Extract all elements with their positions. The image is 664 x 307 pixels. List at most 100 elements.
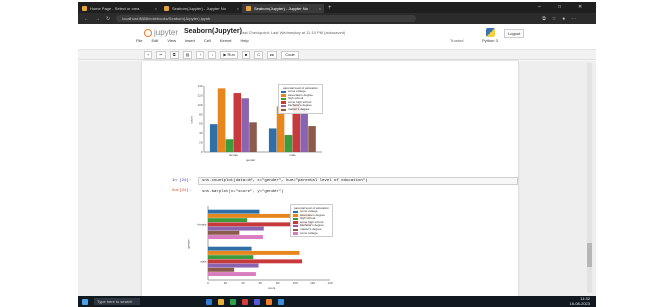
interrupt-button[interactable]: ■ — [241, 50, 251, 59]
x-tick-label: 60 — [259, 281, 263, 285]
code-cell-output: sns.barplot(x="score", y="gender") — [198, 188, 288, 196]
edge-icon[interactable] — [206, 298, 212, 305]
bar — [308, 126, 316, 152]
menu-cell[interactable]: Cell — [204, 38, 211, 43]
bar — [209, 124, 218, 152]
y-tick-label: 100 — [197, 103, 202, 107]
y-tick-label: 40 — [199, 131, 203, 135]
store-icon[interactable] — [230, 298, 236, 305]
logout-button[interactable]: Logout — [504, 29, 525, 38]
bar — [241, 98, 249, 152]
trusted-badge[interactable]: Trusted — [450, 38, 463, 43]
new-tab-button[interactable]: + — [328, 5, 332, 11]
close-icon[interactable]: × — [237, 6, 239, 11]
menu-bar: File Edit View Insert Cell Kernel Help — [136, 38, 249, 43]
windows-start-icon[interactable] — [82, 298, 88, 305]
system-tray[interactable]: 11:32 16-08-2023 — [569, 296, 590, 306]
run-button[interactable]: ▶ Run — [220, 50, 238, 59]
restart-button[interactable]: C — [254, 50, 264, 59]
teams-icon[interactable] — [254, 298, 260, 305]
browser-tab-3[interactable]: Seaborn(Jupyter) - Jupyter No × — [242, 4, 324, 13]
file-explorer-icon[interactable] — [218, 298, 224, 305]
x-tick-label: female — [229, 153, 238, 157]
menu-file[interactable]: File — [136, 38, 142, 43]
move-down-button[interactable]: ↓ — [208, 50, 217, 59]
taskbar: Type here to search 11:32 16-08-2023 — [78, 296, 596, 307]
legend-swatch — [293, 217, 298, 221]
taskbar-search[interactable]: Type here to search — [94, 298, 140, 305]
bar — [208, 209, 260, 214]
y-axis-label: count — [189, 116, 194, 124]
legend-swatch — [281, 90, 286, 94]
move-up-button[interactable]: ↑ — [196, 50, 205, 59]
window-close-icon[interactable]: ✕ — [578, 4, 582, 10]
barplot-chart: 0 20 40 60 80 100 120 140 female male gender coun… — [186, 202, 334, 292]
menu-icon[interactable]: ⋯ — [571, 16, 576, 22]
x-tick-label: 40 — [241, 281, 245, 285]
bar — [225, 139, 234, 152]
app-icon[interactable] — [242, 298, 248, 305]
close-icon[interactable]: × — [155, 6, 157, 11]
bar — [208, 263, 259, 268]
tab-favicon-icon — [246, 6, 251, 11]
legend-swatch — [293, 214, 298, 217]
bar — [233, 93, 242, 152]
jupyter-logo[interactable]: jupyter — [144, 28, 178, 37]
notebook-title[interactable]: Seaborn(Jupyter) — [184, 28, 242, 35]
legend-swatch — [281, 101, 286, 104]
bar — [217, 88, 226, 152]
python-logo-icon — [486, 28, 495, 37]
menu-edit[interactable]: Edit — [151, 38, 158, 43]
cell-type-select[interactable]: Code — [281, 50, 299, 59]
favorites-icon[interactable]: ☆ — [552, 16, 556, 22]
jupyter-logo-text: jupyter — [154, 28, 179, 37]
reload-icon[interactable]: ↻ — [106, 16, 110, 22]
copy-button[interactable]: ⧉ — [169, 50, 179, 59]
browser-tab-2[interactable]: Seaborn(Jupyter) - Jupyter No × — [160, 4, 242, 13]
cut-button[interactable]: ✂ — [156, 50, 166, 59]
legend-swatch — [281, 94, 286, 97]
code-cell-input[interactable]: sns.countplot(data=df, x="gender", hue="… — [198, 177, 518, 185]
bar — [208, 259, 303, 264]
jupyter-app-icon[interactable] — [266, 298, 272, 305]
menu-help[interactable]: Help — [240, 38, 248, 43]
bar — [208, 272, 256, 276]
x-tick-label: 20 — [224, 281, 228, 285]
close-icon[interactable]: × — [319, 6, 321, 11]
forward-icon[interactable]: → — [95, 16, 100, 22]
bar — [208, 226, 264, 231]
minimize-icon[interactable]: – — [538, 4, 541, 10]
output-prompt: Out[24]: — [172, 189, 192, 193]
bar — [208, 246, 252, 251]
bar — [268, 128, 277, 152]
x-axis-label: count — [268, 286, 276, 290]
clock-date: 16-08-2023 — [569, 300, 590, 306]
legend-swatch — [293, 228, 298, 232]
maximize-icon[interactable]: □ — [558, 4, 561, 10]
bar — [208, 250, 300, 255]
tab-favicon-icon — [82, 6, 87, 11]
countplot-chart: 0 20 40 60 80 100 120 140 female male count gende… — [186, 82, 326, 164]
tab-favicon-icon — [164, 6, 169, 11]
address-bar[interactable]: localhost:8888/notebooks/Seaborn(Jupyter… — [116, 15, 417, 22]
mail-icon[interactable] — [278, 298, 284, 305]
tab-label: Home Page - Select or crea — [90, 6, 140, 11]
legend-item: master's degree — [281, 107, 320, 112]
browser-tab-1[interactable]: Home Page - Select or crea × — [78, 4, 160, 13]
profile-icon[interactable]: ● — [562, 16, 565, 22]
paste-button[interactable]: ▤ — [182, 50, 193, 59]
scrollbar-thumb[interactable] — [587, 243, 592, 267]
bar — [208, 255, 254, 260]
x-tick-label: male — [289, 153, 296, 157]
x-tick-label: 140 — [327, 281, 332, 285]
legend-swatch — [293, 210, 298, 214]
menu-kernel[interactable]: Kernel — [220, 38, 232, 43]
y-tick-label: 20 — [199, 141, 203, 145]
save-button[interactable]: + — [144, 50, 153, 59]
extensions-icon[interactable]: ⧉ — [542, 16, 546, 22]
menu-insert[interactable]: Insert — [185, 38, 195, 43]
back-icon[interactable]: ← — [84, 16, 89, 22]
menu-view[interactable]: View — [167, 38, 176, 43]
bar — [208, 235, 263, 239]
restart-run-all-button[interactable]: ▸▸ — [267, 50, 278, 59]
